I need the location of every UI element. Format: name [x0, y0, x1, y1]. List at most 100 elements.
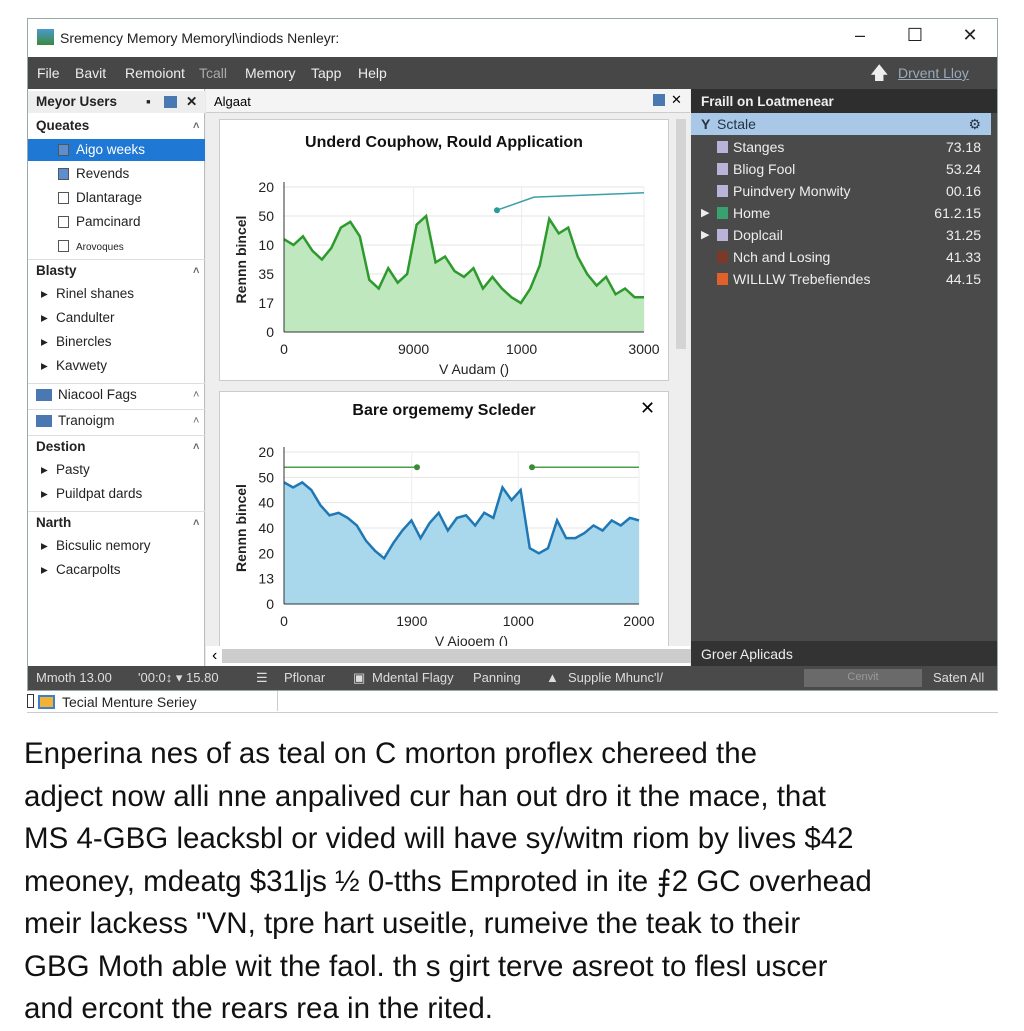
- expand-arrow-icon: ▸: [41, 334, 48, 349]
- minimize-button[interactable]: –: [840, 25, 880, 46]
- item-value: 31.25: [945, 227, 981, 243]
- paragraph-line: MS 4-GBG leacksbl or vided will have sy/…: [24, 822, 854, 855]
- document-tab[interactable]: Algaat ✕: [206, 89, 690, 113]
- pin-icon[interactable]: ▪: [146, 91, 151, 113]
- tree-item[interactable]: Puindvery Monwity 00.16: [691, 180, 991, 202]
- arrow-up-icon[interactable]: 🡅: [870, 61, 889, 91]
- y-tick-label: 35: [258, 266, 274, 282]
- vertical-scrollbar[interactable]: [676, 119, 686, 349]
- status-pflonar[interactable]: Pflonar: [284, 670, 325, 685]
- x-tick-label: 1000: [506, 341, 537, 357]
- list-icon[interactable]: ☰: [256, 670, 268, 686]
- paragraph-line: GBG Moth able wit the faol. th s girt te…: [24, 949, 828, 983]
- annotation-point: [414, 464, 420, 471]
- menu-memory[interactable]: Memory: [245, 65, 296, 81]
- sidebar-item[interactable]: Revends: [28, 163, 205, 185]
- sidebar-item[interactable]: Dlantarage: [28, 187, 205, 209]
- tab-icon[interactable]: [653, 94, 665, 106]
- status-supplie[interactable]: Supplie Mhunc'l/: [568, 670, 663, 685]
- item-value: 73.18: [945, 139, 981, 155]
- taskbar-item[interactable]: Tecial Menture Seriey: [62, 694, 197, 710]
- expand-arrow-icon: ▸: [41, 286, 48, 301]
- sidebar-section[interactable]: Tranoigm ˄: [28, 409, 205, 431]
- menu-remoiont[interactable]: Remoiont: [125, 65, 185, 81]
- tab-close-icon[interactable]: ✕: [671, 92, 682, 108]
- left-panel: Meyor Users ▪ ✕ Queates ˄ Aigo weeks Revends D…: [28, 89, 205, 666]
- sidebar-section[interactable]: Narth ˄: [28, 511, 205, 533]
- sidebar-section[interactable]: Blasty ˄: [28, 259, 205, 281]
- scroll-left-icon[interactable]: ‹: [212, 647, 217, 665]
- chart-1: 0 17 35 10 50 20 0 9000 1000 3000 V Audam () Rennn …: [233, 179, 660, 377]
- drvent-link[interactable]: Drvent Lloy: [898, 65, 969, 81]
- sidebar-item[interactable]: Aigo weeks: [28, 139, 205, 161]
- expand-arrow-icon: ▸: [41, 562, 48, 577]
- sidebar-item[interactable]: ▸ Bicsulic nemory: [28, 535, 205, 557]
- y-axis-label: Rennn bincel: [233, 216, 249, 304]
- status-time[interactable]: '00:0↕ ▾ 15.80: [138, 670, 219, 686]
- y-tick-label: 50: [258, 208, 274, 224]
- panel-icon[interactable]: [164, 96, 177, 108]
- file-icon: [58, 144, 69, 156]
- sidebar-item[interactable]: ▸ Cacarpolts: [28, 559, 205, 581]
- sidebar-item[interactable]: ▸ Kavwety: [28, 355, 205, 377]
- tree-item[interactable]: Stanges 73.18: [691, 136, 991, 158]
- sidebar-section[interactable]: Niacool Fags ˄: [28, 383, 205, 405]
- folder-icon: [717, 273, 728, 285]
- sidebar-item[interactable]: Arovoques: [28, 235, 205, 257]
- x-tick-label: 3000: [628, 341, 659, 357]
- expand-arrow-icon[interactable]: ▶: [701, 202, 709, 224]
- app-icon: [37, 29, 54, 45]
- center-pane: Algaat ✕ Underd Couphow, Rould Applicati…: [206, 89, 748, 666]
- sidebar-item[interactable]: Pamcinard: [28, 211, 205, 233]
- app-window: Sremency Memory Memoryl\indiods Nenleyr:…: [27, 18, 998, 691]
- tree-item[interactable]: ▶ Home 61.2.15: [691, 202, 991, 224]
- menu-tcall[interactable]: Tcall: [199, 65, 227, 81]
- save-all-button[interactable]: Saten All: [933, 670, 984, 685]
- y-tick-label: 20: [258, 545, 274, 561]
- close-button[interactable]: ✕: [950, 25, 990, 46]
- status-panning[interactable]: Panning: [473, 670, 521, 685]
- menu-file[interactable]: File: [37, 65, 60, 81]
- area-fill: [284, 482, 639, 604]
- maximize-button[interactable]: ☐: [895, 25, 935, 46]
- tree-item[interactable]: Nch and Losing 41.33: [691, 246, 991, 268]
- folder-icon: [717, 229, 728, 241]
- item-value: 44.15: [945, 271, 981, 287]
- chart-panel-1: Underd Couphow, Rould Application 0 17 35 1…: [219, 119, 669, 381]
- panel-close-icon[interactable]: ✕: [186, 91, 197, 113]
- y-tick-label: 10: [258, 237, 274, 253]
- menu-help[interactable]: Help: [358, 65, 387, 81]
- tree-item[interactable]: Bliog Fool 53.24: [691, 158, 991, 180]
- checkbox[interactable]: [27, 694, 34, 708]
- y-tick-label: 20: [258, 444, 274, 460]
- expand-arrow-icon[interactable]: ▶: [701, 224, 709, 246]
- sidebar-item[interactable]: ▸ Rinel shanes: [28, 283, 205, 305]
- status-field[interactable]: Cenvit: [804, 669, 922, 687]
- sidebar-section[interactable]: Destion ˄: [28, 435, 205, 457]
- tree-header[interactable]: Y Sctale ⚙: [691, 113, 991, 135]
- menu-bavit[interactable]: Bavit: [75, 65, 106, 81]
- sidebar-item[interactable]: ▸ Pasty: [28, 459, 205, 481]
- chart-2: 01320404050200 1900 1000 2000V Aiooem ()Ren…: [233, 444, 655, 649]
- sidebar-item[interactable]: ▸ Binercles: [28, 331, 205, 353]
- item-name: Home: [733, 205, 771, 221]
- paragraph-line: meoney, mdeatg $31ljs ½ 0-tths Emproted …: [24, 864, 872, 898]
- sidebar-section[interactable]: Queates ˄: [28, 115, 205, 137]
- folder-icon: [717, 163, 728, 175]
- y-tick-label: 40: [258, 520, 274, 536]
- file-icon: [58, 216, 69, 228]
- menu-tapp[interactable]: Tapp: [311, 65, 341, 81]
- item-value: 61.2.15: [934, 205, 981, 221]
- left-panel-title: Meyor Users ▪ ✕: [28, 91, 205, 113]
- sidebar-item[interactable]: ▸ Puildpat dards: [28, 483, 205, 505]
- tree-item[interactable]: ▶ Doplcail 31.25: [691, 224, 991, 246]
- tree-item[interactable]: WILLLW Trebefiendes 44.15: [691, 268, 991, 290]
- section-icon: [36, 415, 52, 427]
- horizontal-scrollbar[interactable]: ‹: [206, 646, 748, 666]
- annotation-point: [529, 464, 535, 471]
- y-tick-label: 50: [258, 469, 274, 485]
- paragraph-line: Enperina nes of as teal on C morton prof…: [24, 737, 758, 770]
- annotation-line: [496, 192, 645, 211]
- status-mdental-flagy[interactable]: Mdental Flagy: [372, 670, 454, 685]
- sidebar-item[interactable]: ▸ Candulter: [28, 307, 205, 329]
